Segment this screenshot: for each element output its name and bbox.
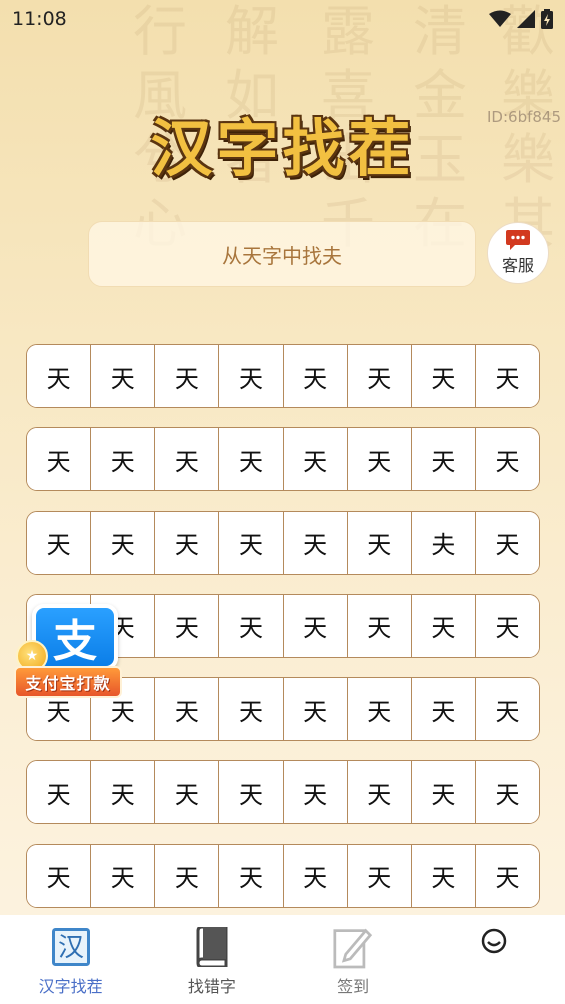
puzzle-prompt: 从天字中找夫: [88, 221, 476, 287]
grid-row: 天天天天天天天天: [26, 843, 540, 908]
pen-paper-icon: [333, 925, 373, 969]
character-cell[interactable]: 天: [411, 594, 476, 657]
customer-service-button[interactable]: 客服: [487, 222, 549, 284]
nav-label: 签到: [337, 977, 370, 996]
user-id: ID:6bf845: [487, 108, 562, 126]
character-cell[interactable]: 天: [91, 844, 156, 907]
character-cell[interactable]: 天: [155, 761, 220, 824]
character-cell[interactable]: 天: [91, 345, 156, 407]
alipay-payout-label: 支付宝打款: [14, 666, 122, 698]
status-bar: 11:08: [0, 0, 565, 40]
nav-item-han-zhaocha[interactable]: 汉 汉字找茬: [0, 915, 141, 1004]
character-cell[interactable]: 天: [283, 428, 348, 491]
grid-row: 天天天天天天天天: [26, 760, 540, 825]
puzzle-prompt-text: 从天字中找夫: [222, 243, 342, 268]
alipay-symbol: 支: [53, 616, 97, 667]
character-cell[interactable]: 天: [219, 678, 284, 741]
character-cell[interactable]: 天: [347, 844, 412, 907]
character-cell[interactable]: 天: [411, 428, 476, 491]
character-cell[interactable]: 天: [155, 594, 220, 657]
grid-row: 天天天天天天天天: [26, 427, 540, 492]
character-cell[interactable]: 天: [91, 511, 156, 574]
character-cell[interactable]: 天: [475, 345, 539, 407]
svg-text:汉: 汉: [58, 933, 84, 963]
nav-label: 找错字: [187, 977, 236, 996]
character-cell[interactable]: 天: [155, 844, 220, 907]
character-cell[interactable]: 天: [219, 428, 284, 491]
character-cell[interactable]: 天: [283, 345, 348, 407]
bottom-nav: 汉 汉字找茬 找错字 签到: [0, 915, 565, 1004]
smiley-face-icon: [474, 925, 514, 969]
character-cell[interactable]: 天: [411, 678, 476, 741]
character-cell[interactable]: 天: [155, 428, 220, 491]
character-cell[interactable]: 天: [411, 844, 476, 907]
nav-label: 汉字找茬: [38, 977, 103, 996]
nav-item-sign-in[interactable]: 签到: [283, 915, 424, 1004]
character-cell[interactable]: 天: [475, 678, 539, 741]
character-cell[interactable]: 天: [475, 761, 539, 824]
character-cell[interactable]: 天: [347, 428, 412, 491]
grid-row: 天天天天天天天天: [26, 344, 540, 408]
character-cell[interactable]: 天: [219, 345, 284, 407]
grid-row: 天天天天天天夫天: [26, 510, 540, 575]
character-cell[interactable]: 天: [27, 844, 92, 907]
character-cell[interactable]: 天: [347, 678, 412, 741]
character-cell[interactable]: 天: [155, 511, 220, 574]
chat-bubble-icon: [506, 230, 530, 250]
cell-signal-icon: [517, 10, 535, 28]
character-cell[interactable]: 天: [347, 511, 412, 574]
status-time: 11:08: [12, 8, 67, 30]
character-cell[interactable]: 天: [155, 345, 220, 407]
character-cell[interactable]: 天: [283, 594, 348, 657]
character-cell[interactable]: 天: [411, 345, 476, 407]
book-icon: [192, 925, 232, 969]
character-cell[interactable]: 夫: [411, 511, 476, 574]
character-cell[interactable]: 天: [347, 761, 412, 824]
character-cell[interactable]: 天: [347, 594, 412, 657]
character-cell[interactable]: 天: [283, 761, 348, 824]
character-cell[interactable]: 天: [411, 761, 476, 824]
character-cell[interactable]: 天: [219, 594, 284, 657]
app-title: 汉字找茬: [150, 112, 415, 185]
character-cell[interactable]: 天: [219, 511, 284, 574]
character-cell[interactable]: 天: [219, 844, 284, 907]
status-icons: [489, 9, 553, 29]
character-cell[interactable]: 天: [91, 428, 156, 491]
alipay-payout-badge[interactable]: 支 ★ 支付宝打款: [14, 600, 122, 700]
battery-icon: [541, 9, 553, 29]
character-cell[interactable]: 天: [475, 428, 539, 491]
character-cell[interactable]: 天: [475, 844, 539, 907]
character-cell[interactable]: 天: [155, 678, 220, 741]
character-cell[interactable]: 天: [283, 511, 348, 574]
customer-service-label: 客服: [501, 256, 534, 275]
character-cell[interactable]: 天: [475, 594, 539, 657]
nav-item-find-wrong-char[interactable]: 找错字: [141, 915, 282, 1004]
character-cell[interactable]: 天: [27, 428, 92, 491]
character-cell[interactable]: 天: [283, 678, 348, 741]
character-cell[interactable]: 天: [27, 761, 92, 824]
han-character-icon: 汉: [51, 925, 91, 969]
character-cell[interactable]: 天: [475, 511, 539, 574]
nav-item-profile[interactable]: [424, 915, 565, 1004]
character-cell[interactable]: 天: [219, 761, 284, 824]
character-cell[interactable]: 天: [27, 345, 92, 407]
character-cell[interactable]: 天: [27, 511, 92, 574]
wifi-icon: [489, 10, 511, 27]
character-cell[interactable]: 天: [283, 844, 348, 907]
character-cell[interactable]: 天: [347, 345, 412, 407]
character-cell[interactable]: 天: [91, 761, 156, 824]
